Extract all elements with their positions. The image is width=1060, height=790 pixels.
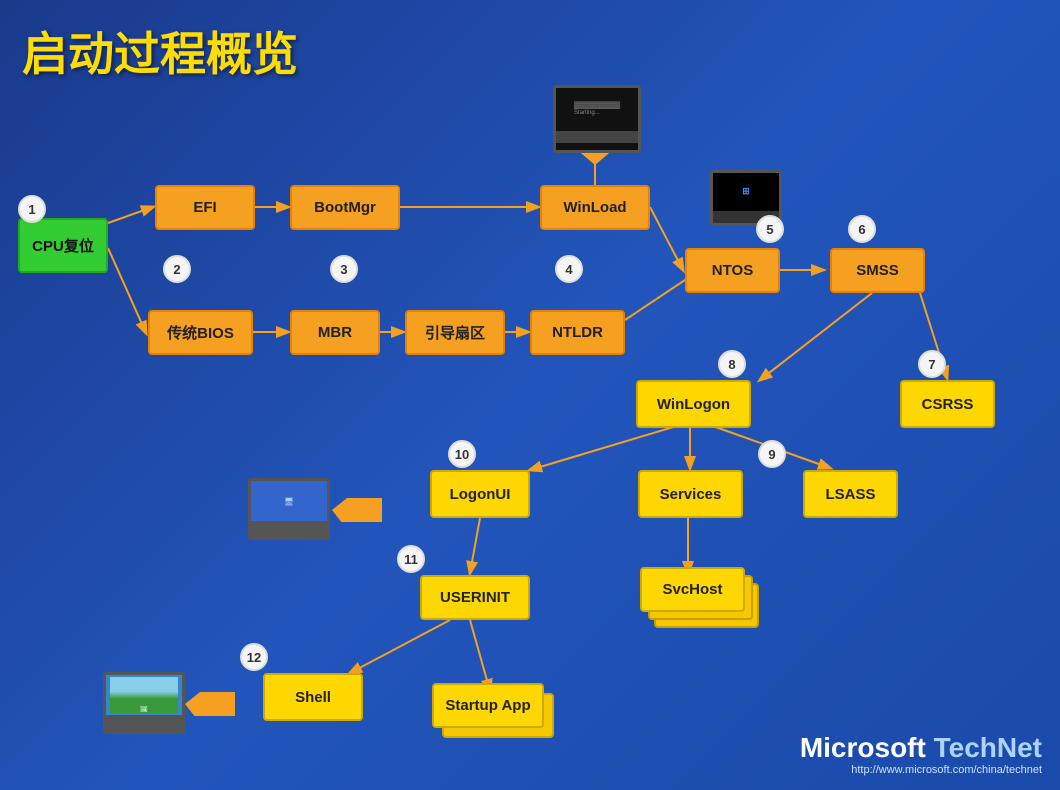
ntos-box: NTOS [685,248,780,293]
boot-screen-top: ▓▓▓▓▓▓▓▓▓ Starting... [553,85,641,153]
badge-9: 9 [758,440,786,468]
logon-arrow [332,498,382,522]
page-title: 启动过程概览 [22,18,298,84]
winlogon-box: WinLogon [636,380,751,428]
boot-sector-box: 引导扇区 [405,310,505,355]
badge-11: 11 [397,545,425,573]
brand-section: Microsoft TechNet http://www.microsoft.c… [800,732,1042,776]
mbr-box: MBR [290,310,380,355]
ntldr-box: NTLDR [530,310,625,355]
badge-12: 12 [240,643,268,671]
lsass-box: LSASS [803,470,898,518]
shell-screen: 🖼 [103,672,185,734]
efi-box: EFI [155,185,255,230]
badge-10: 10 [448,440,476,468]
bootmgr-box: BootMgr [290,185,400,230]
startup-stack: Startup App Startup App [432,683,562,753]
bios-box: 传统BIOS [148,310,253,355]
badge-1: 1 [18,195,46,223]
shell-arrow [185,692,235,716]
badge-7: 7 [918,350,946,378]
badge-4: 4 [555,255,583,283]
winload-box: WinLoad [540,185,650,230]
technet-text: TechNet [934,732,1042,763]
shell-box: Shell [263,673,363,721]
svchost-stack: SvcHost SvcHost SvcHost [640,567,760,697]
logonui-box: LogonUI [430,470,530,518]
smss-box: SMSS [830,248,925,293]
logonui-screen: 🖥 [248,478,330,540]
userinit-box: USERINIT [420,575,530,620]
badge-3: 3 [330,255,358,283]
brand-url: http://www.microsoft.com/china/technet [800,764,1042,776]
badge-6: 6 [848,215,876,243]
badge-2: 2 [163,255,191,283]
cpu-box: CPU复位 [18,218,108,273]
badge-5: 5 [756,215,784,243]
brand-name: Microsoft TechNet [800,732,1042,764]
badge-8: 8 [718,350,746,378]
csrss-box: CSRSS [900,380,995,428]
microsoft-text: Microsoft [800,732,926,763]
services-box: Services [638,470,743,518]
